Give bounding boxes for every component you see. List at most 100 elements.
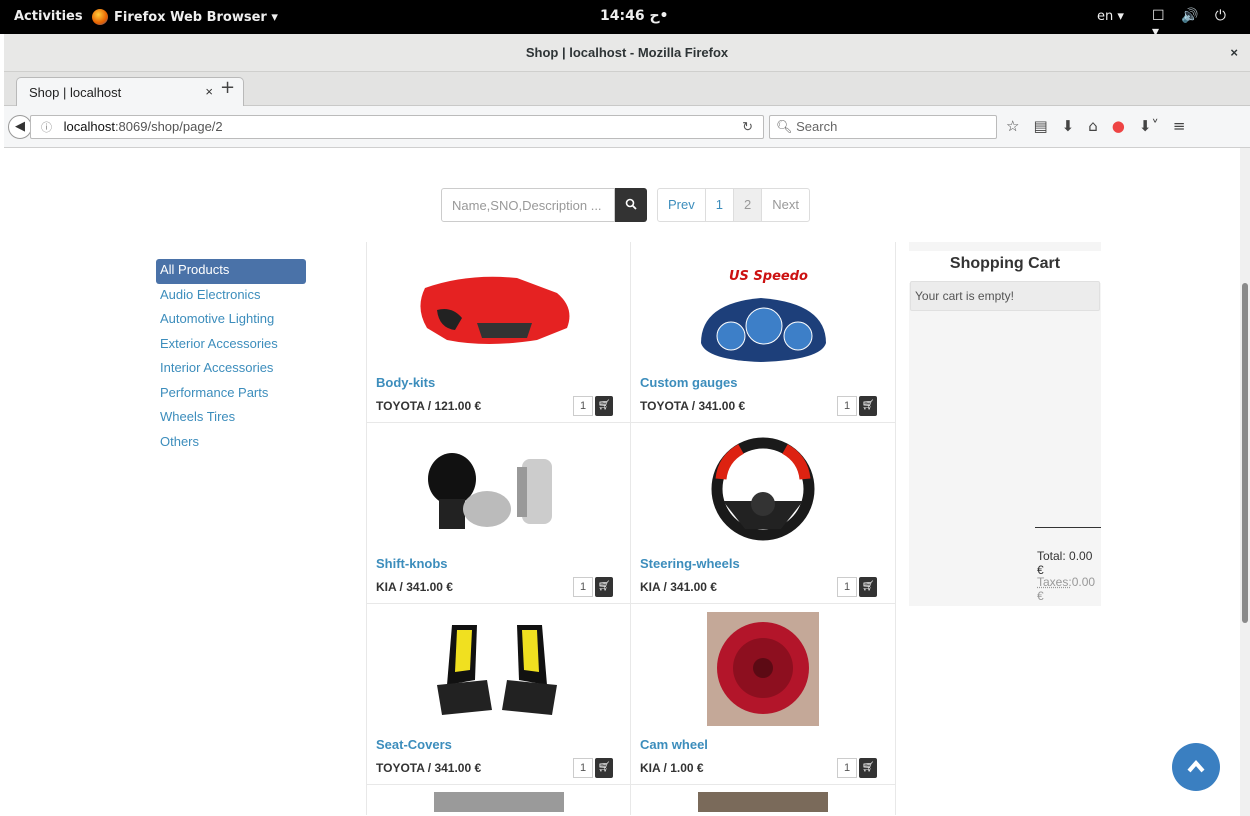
product-image-partial[interactable]	[434, 792, 564, 812]
shift-knobs-image[interactable]	[367, 429, 632, 551]
url-path: :8069/shop/page/2	[114, 119, 223, 134]
pocket-download-icon[interactable]: ⬇˅	[1139, 117, 1159, 135]
cart-taxes: Taxes:0.00 €	[1037, 575, 1101, 603]
product-price: KIA / 1.00 €	[640, 761, 704, 775]
add-to-cart-button[interactable]: 🛒︎	[595, 758, 613, 778]
category-exterior-accessories[interactable]: Exterior Accessories	[156, 333, 306, 358]
firefox-icon	[92, 9, 108, 25]
product-name[interactable]: Seat-Covers	[376, 737, 452, 752]
category-wheels-tires[interactable]: Wheels Tires	[156, 406, 306, 431]
add-to-cart-button[interactable]: 🛒︎	[859, 577, 877, 597]
quantity-input[interactable]: 1	[837, 577, 857, 597]
toolbar-icons: ☆ ▤ ⬇ ⌂ ● ⬇˅ ≡	[1006, 117, 1186, 135]
quantity-input[interactable]: 1	[573, 577, 593, 597]
reading-list-icon[interactable]: ▤	[1033, 117, 1047, 135]
reload-icon[interactable]: ↻	[742, 119, 753, 135]
chevron-up-icon	[1187, 759, 1205, 773]
category-others[interactable]: Others	[156, 431, 306, 456]
custom-gauges-image[interactable]: US Speedo	[631, 248, 896, 370]
search-submit-button[interactable]	[615, 188, 647, 222]
tab-label: Shop | localhost	[29, 85, 122, 100]
tab-close-button[interactable]: ×	[205, 84, 213, 99]
shopping-cart: Shopping Cart Your cart is empty! Total:…	[909, 242, 1101, 606]
activities-button[interactable]: Activities	[14, 9, 83, 24]
info-icon[interactable]: ⓘ	[41, 122, 52, 134]
web-page: Prev 1 2 Next All Products Audio Electro…	[4, 148, 1240, 816]
back-button[interactable]: ◀	[8, 115, 32, 139]
navigation-toolbar: ◀ ⓘ localhost:8069/shop/page/2 ↻ 🔍︎ Sear…	[4, 106, 1250, 148]
product-card-partial	[366, 785, 631, 815]
pager-page-2[interactable]: 2	[733, 189, 763, 221]
language-selector[interactable]: en ▾	[1097, 9, 1124, 24]
app-menu-label: Firefox Web Browser ▾	[114, 9, 278, 25]
cart-empty-message: Your cart is empty!	[910, 281, 1100, 311]
category-interior-accessories[interactable]: Interior Accessories	[156, 357, 306, 382]
new-tab-button[interactable]: +	[220, 77, 235, 98]
product-price: KIA / 341.00 €	[640, 580, 717, 594]
product-price: TOYOTA / 341.00 €	[640, 399, 746, 413]
product-card: Body-kits TOYOTA / 121.00 € 1 🛒︎	[366, 242, 631, 423]
pager-prev[interactable]: Prev	[658, 189, 706, 221]
product-price: TOYOTA / 341.00 €	[376, 761, 482, 775]
product-price: TOYOTA / 121.00 €	[376, 399, 482, 413]
gauge-logo-text: US Speedo	[729, 269, 808, 284]
window-titlebar: Shop | localhost - Mozilla Firefox ×	[4, 34, 1250, 72]
tab-shop[interactable]: Shop | localhost ×	[16, 77, 244, 107]
add-to-cart-button[interactable]: 🛒︎	[859, 396, 877, 416]
window-title: Shop | localhost - Mozilla Firefox	[525, 45, 729, 60]
product-name[interactable]: Steering-wheels	[640, 556, 740, 571]
seat-covers-image[interactable]	[367, 610, 632, 732]
product-card: Seat-Covers TOYOTA / 341.00 € 1 🛒︎	[366, 604, 631, 785]
product-search-input[interactable]	[441, 188, 615, 222]
steering-wheel-image[interactable]	[631, 429, 896, 551]
product-search	[441, 188, 647, 222]
url-host: localhost	[63, 119, 115, 134]
add-to-cart-button[interactable]: 🛒︎	[595, 577, 613, 597]
pager-page-1[interactable]: 1	[706, 189, 734, 221]
url-bar[interactable]: ⓘ localhost:8069/shop/page/2 ↻	[30, 115, 764, 139]
cam-wheel-image[interactable]	[631, 610, 896, 732]
category-all-products[interactable]: All Products	[156, 259, 306, 284]
download-icon[interactable]: ⬇	[1062, 117, 1075, 135]
extension-icon[interactable]: ●	[1112, 117, 1125, 135]
add-to-cart-button[interactable]: 🛒︎	[859, 758, 877, 778]
quantity-input[interactable]: 1	[573, 758, 593, 778]
pager-next[interactable]: Next	[762, 189, 809, 221]
window-close-button[interactable]: ×	[1230, 34, 1238, 72]
product-name[interactable]: Cam wheel	[640, 737, 708, 752]
browser-search-bar[interactable]: 🔍︎ Search	[769, 115, 997, 139]
clock[interactable]: 14:46 ح•	[600, 8, 668, 24]
product-image-partial[interactable]	[698, 792, 828, 812]
product-card: Shift-knobs KIA / 341.00 € 1 🛒︎	[366, 423, 631, 604]
system-top-bar: Activities Firefox Web Browser ▾ 14:46 ح…	[0, 0, 1250, 40]
menu-icon[interactable]: ≡	[1173, 117, 1186, 135]
search-icon: 🔍︎	[776, 119, 793, 134]
page-scrollbar[interactable]	[1240, 148, 1250, 816]
taxes-label[interactable]: Taxes:	[1037, 575, 1072, 589]
quantity-input[interactable]: 1	[837, 758, 857, 778]
scroll-to-top-button[interactable]	[1172, 743, 1220, 791]
quantity-input[interactable]: 1	[837, 396, 857, 416]
cart-divider	[1035, 527, 1101, 528]
product-card: US Speedo Custom gauges TOYOTA / 341.00 …	[631, 242, 896, 423]
product-name[interactable]: Shift-knobs	[376, 556, 448, 571]
search-icon	[625, 198, 637, 210]
product-card-partial	[631, 785, 896, 815]
quantity-input[interactable]: 1	[573, 396, 593, 416]
add-to-cart-button[interactable]: 🛒︎	[595, 396, 613, 416]
home-icon[interactable]: ⌂	[1088, 117, 1098, 135]
app-menu[interactable]: Firefox Web Browser ▾	[92, 9, 278, 25]
tab-bar: Shop | localhost × +	[4, 72, 1250, 107]
browser-search-placeholder: Search	[796, 119, 838, 134]
product-price: KIA / 341.00 €	[376, 580, 453, 594]
product-name[interactable]: Custom gauges	[640, 375, 738, 390]
category-performance-parts[interactable]: Performance Parts	[156, 382, 306, 407]
bookmark-star-icon[interactable]: ☆	[1006, 117, 1019, 135]
category-audio-electronics[interactable]: Audio Electronics	[156, 284, 306, 309]
body-kit-image[interactable]	[367, 248, 632, 370]
scrollbar-thumb[interactable]	[1242, 283, 1248, 623]
category-automotive-lighting[interactable]: Automotive Lighting	[156, 308, 306, 333]
product-name[interactable]: Body-kits	[376, 375, 435, 390]
product-card: Cam wheel KIA / 1.00 € 1 🛒︎	[631, 604, 896, 785]
cart-total: Total: 0.00 €	[1037, 549, 1093, 577]
